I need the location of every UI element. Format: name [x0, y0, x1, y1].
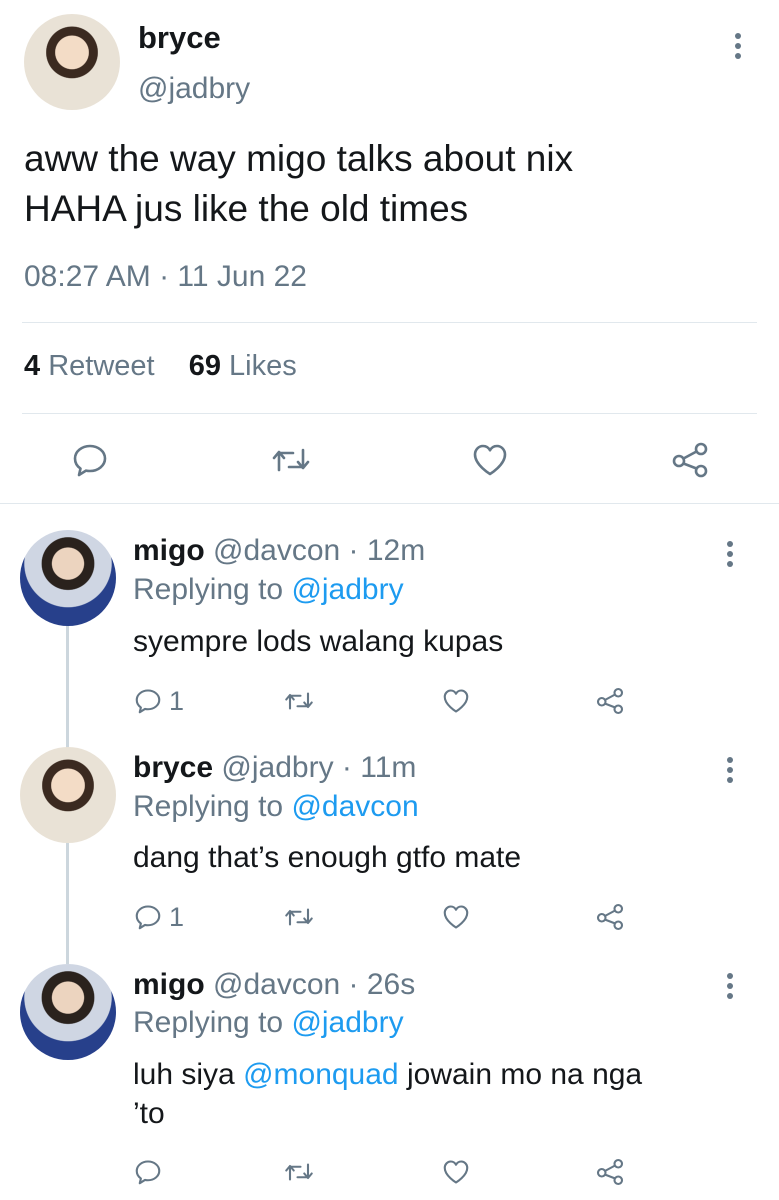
replying-to-link[interactable]: @davcon: [291, 790, 418, 823]
reply-text-before: luh siya: [133, 1058, 235, 1091]
reply-text: luh siya @monquad jowain mo na nga: [133, 1058, 642, 1092]
like-label[interactable]: Likes: [229, 350, 297, 382]
avatar-bryce[interactable]: [20, 747, 116, 843]
more-vertical-icon[interactable]: [720, 970, 740, 1002]
more-vertical-icon[interactable]: [728, 30, 748, 62]
avatar-migo[interactable]: [20, 530, 116, 626]
retweet-icon[interactable]: [270, 440, 312, 480]
replying-to: Replying to @jadbry: [133, 573, 404, 607]
avatar-bryce[interactable]: [24, 14, 120, 110]
reply-action-bar: [133, 1155, 733, 1189]
like-count[interactable]: 69: [189, 350, 221, 382]
share-icon[interactable]: [595, 686, 625, 716]
replying-to: Replying to @davcon: [133, 790, 419, 824]
more-vertical-icon[interactable]: [720, 754, 740, 786]
author-handle[interactable]: @jadbry: [138, 72, 250, 106]
heart-icon[interactable]: [441, 902, 471, 932]
engagement-stats: 4 Retweet 69 Likes: [24, 350, 297, 383]
reply-meta[interactable]: @davcon · 26s: [213, 968, 415, 1001]
divider: [0, 503, 779, 504]
replying-to-link[interactable]: @jadbry: [291, 573, 403, 606]
reply-header: migo @davcon · 26s: [133, 968, 415, 1002]
divider: [22, 413, 757, 414]
reply-author-name[interactable]: migo: [133, 534, 205, 567]
reply-count: 1: [169, 902, 185, 932]
share-icon[interactable]: [670, 440, 710, 480]
author-name[interactable]: bryce: [138, 20, 221, 56]
reply-action-bar: 1: [133, 900, 733, 934]
share-icon[interactable]: [595, 1157, 625, 1187]
reply-icon[interactable]: [70, 440, 110, 480]
replying-prefix: Replying to: [133, 573, 284, 606]
reply-icon[interactable]: [133, 1157, 163, 1187]
tweet-text-line-2: HAHA jus like the old times: [24, 188, 469, 229]
reply-icon[interactable]: [133, 902, 163, 932]
reply-header: bryce @jadbry · 11m: [133, 751, 416, 785]
reply-text: syempre lods walang kupas: [133, 625, 504, 658]
reply-author-name[interactable]: migo: [133, 968, 205, 1001]
replying-prefix: Replying to: [133, 1006, 284, 1039]
heart-icon[interactable]: [441, 1157, 471, 1187]
retweet-icon[interactable]: [283, 1157, 315, 1187]
retweet-icon[interactable]: [283, 902, 315, 932]
tweet-text-line-1: aww the way migo talks about nix: [24, 138, 574, 179]
reply-count: 1: [169, 686, 185, 716]
reply-text-line-2: ’to: [133, 1097, 165, 1130]
tweet-timestamp[interactable]: 08:27 AM · 11 Jun 22: [24, 260, 307, 294]
replying-prefix: Replying to: [133, 790, 284, 823]
mention-link[interactable]: @monquad: [243, 1058, 399, 1091]
share-icon[interactable]: [595, 902, 625, 932]
reply-meta[interactable]: @jadbry · 11m: [221, 751, 416, 784]
retweet-count[interactable]: 4: [24, 350, 40, 382]
reply-text: dang that’s enough gtfo mate: [133, 841, 522, 874]
reply-header: migo @davcon · 12m: [133, 534, 425, 568]
avatar-migo[interactable]: [20, 964, 116, 1060]
replying-to-link[interactable]: @jadbry: [291, 1006, 403, 1039]
retweet-label[interactable]: Retweet: [48, 350, 154, 382]
more-vertical-icon[interactable]: [720, 538, 740, 570]
heart-icon[interactable]: [441, 686, 471, 716]
reply-author-name[interactable]: bryce: [133, 751, 213, 784]
heart-icon[interactable]: [470, 440, 510, 480]
reply-text-after: jowain mo na nga: [406, 1058, 643, 1091]
reply-icon[interactable]: [133, 686, 163, 716]
reply-meta[interactable]: @davcon · 12m: [213, 534, 425, 567]
retweet-icon[interactable]: [283, 686, 315, 716]
reply-action-bar: 1: [133, 684, 733, 718]
divider: [22, 322, 757, 323]
replying-to: Replying to @jadbry: [133, 1006, 404, 1040]
